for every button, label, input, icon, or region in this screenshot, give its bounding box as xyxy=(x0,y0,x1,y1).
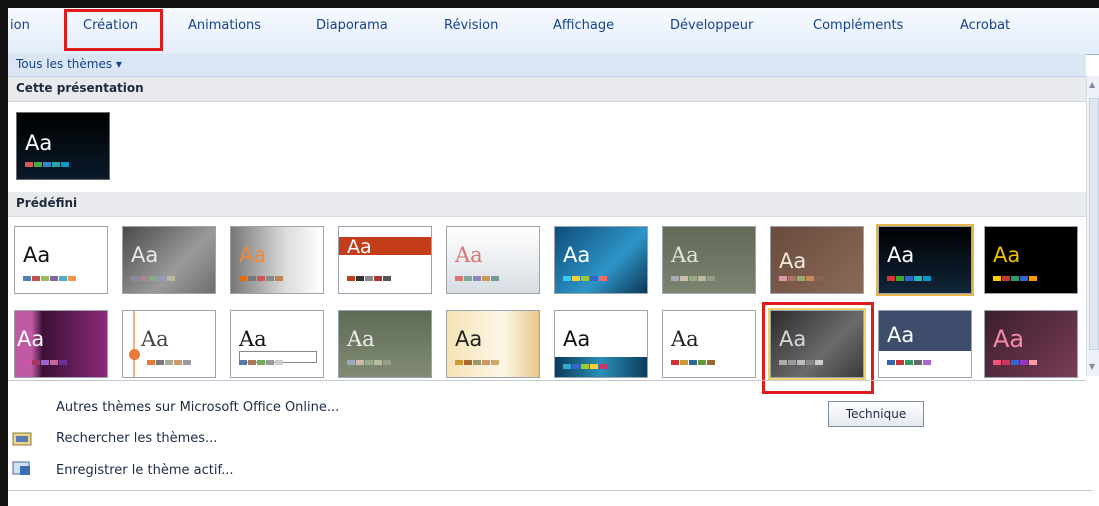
bottom-separator xyxy=(8,490,1093,491)
theme-sample-text: Aa xyxy=(23,243,51,267)
theme-14[interactable]: Aa xyxy=(338,310,432,378)
tab-revision[interactable]: Révision xyxy=(444,18,498,33)
tab-developpeur[interactable]: Développeur xyxy=(670,18,753,33)
color-swatches xyxy=(563,364,607,369)
theme-sample-text: Aa xyxy=(887,243,915,267)
menu-browse-themes[interactable]: Rechercher les thèmes... xyxy=(56,431,217,446)
color-swatches xyxy=(887,360,931,365)
theme-sample-text: Aa xyxy=(25,131,53,155)
color-swatches xyxy=(671,360,715,365)
save-theme-icon xyxy=(12,460,34,478)
theme-10[interactable]: Aa xyxy=(984,226,1078,294)
decorative-circle xyxy=(129,349,140,360)
tab-complements[interactable]: Compléments xyxy=(813,18,903,33)
theme-20[interactable]: Aa xyxy=(984,310,1078,378)
theme-4[interactable]: Aa xyxy=(338,226,432,294)
theme-sample-text: Aa xyxy=(455,327,483,351)
scroll-up-icon[interactable]: ▲ xyxy=(1089,80,1095,89)
creation-tab-highlight xyxy=(64,9,163,51)
tab-animations-partial[interactable]: ion xyxy=(10,18,30,33)
theme-sample-text: Aa xyxy=(563,243,591,267)
menu-separator xyxy=(8,380,1086,381)
color-swatches xyxy=(347,276,391,281)
theme-3[interactable]: Aa xyxy=(230,226,324,294)
theme-sample-text: Aa xyxy=(141,327,169,351)
theme-tooltip: Technique xyxy=(828,401,924,427)
ribbon-tab-bar: ion Création Animations Diaporama Révisi… xyxy=(8,8,1099,55)
theme-sample-text: Aa xyxy=(239,327,267,351)
section-header-builtin: Prédéfini xyxy=(8,192,1086,217)
section-current-label: Cette présentation xyxy=(16,81,144,95)
tab-diaporama[interactable]: Diaporama xyxy=(316,18,388,33)
theme-13[interactable]: Aa xyxy=(230,310,324,378)
menu-save-current-theme[interactable]: Enregistrer le thème actif... xyxy=(56,463,234,478)
scroll-down-icon[interactable]: ▼ xyxy=(1089,362,1095,371)
theme-17[interactable]: Aa xyxy=(662,310,756,378)
color-swatches xyxy=(239,360,283,365)
color-swatches xyxy=(455,360,499,365)
theme-sample-text: Aa xyxy=(17,327,45,351)
theme-sample-text: Aa xyxy=(671,243,699,267)
color-swatches xyxy=(887,276,931,281)
decorative-line xyxy=(133,311,135,377)
theme-16[interactable]: Aa xyxy=(554,310,648,378)
tab-animations[interactable]: Animations xyxy=(188,18,261,33)
theme-8[interactable]: Aa xyxy=(770,226,864,294)
window-frame-top xyxy=(0,0,1099,8)
gallery-scrollbar[interactable]: ▲ ▼ xyxy=(1086,76,1099,376)
theme-2[interactable]: Aa xyxy=(122,226,216,294)
color-swatches xyxy=(25,162,69,167)
color-swatches xyxy=(147,360,191,365)
color-swatches xyxy=(23,276,76,281)
theme-15[interactable]: Aa xyxy=(446,310,540,378)
theme-12[interactable]: Aa xyxy=(122,310,216,378)
color-swatches xyxy=(347,360,391,365)
color-swatches xyxy=(239,276,283,281)
theme-5[interactable]: Aa xyxy=(446,226,540,294)
theme-sample-text: Aa xyxy=(563,327,591,351)
color-swatches xyxy=(131,276,175,281)
theme-sample-text: Aa xyxy=(455,243,483,267)
tab-affichage[interactable]: Affichage xyxy=(553,18,614,33)
theme-sample-text: Aa xyxy=(671,327,699,351)
theme-sample-text: Aa xyxy=(347,236,372,258)
theme-sample-text: Aa xyxy=(993,325,1025,353)
menu-more-themes-online[interactable]: Autres thèmes sur Microsoft Office Onlin… xyxy=(56,400,339,415)
theme-6[interactable]: Aa xyxy=(554,226,648,294)
scrollbar-thumb[interactable] xyxy=(1089,98,1099,350)
folder-icon xyxy=(12,430,34,448)
theme-office[interactable]: Aa xyxy=(14,226,108,294)
theme-sample-text: Aa xyxy=(993,243,1021,267)
theme-sample-text: Aa xyxy=(239,243,267,267)
color-swatches xyxy=(779,276,823,281)
all-themes-dropdown[interactable]: Tous les thèmes ▾ xyxy=(8,54,1086,77)
section-builtin-label: Prédéfini xyxy=(16,196,78,210)
color-swatches xyxy=(455,276,499,281)
theme-sample-text: Aa xyxy=(131,243,159,267)
theme-sample-text: Aa xyxy=(347,327,375,351)
all-themes-label: Tous les thèmes ▾ xyxy=(16,57,122,71)
theme-selected[interactable]: Aa xyxy=(876,224,974,296)
window-frame-left xyxy=(0,0,8,506)
color-swatches xyxy=(993,360,1037,365)
color-swatches xyxy=(993,276,1037,281)
tab-acrobat[interactable]: Acrobat xyxy=(960,18,1010,33)
theme-7[interactable]: Aa xyxy=(662,226,756,294)
color-swatches xyxy=(563,276,607,281)
color-swatches xyxy=(671,276,715,281)
color-swatches xyxy=(23,360,67,365)
theme-sample-text: Aa xyxy=(887,323,915,347)
theme-current[interactable]: Aa xyxy=(16,112,110,180)
theme-19[interactable]: Aa xyxy=(878,310,972,378)
section-header-current: Cette présentation xyxy=(8,77,1086,102)
theme-11[interactable]: Aa xyxy=(14,310,108,378)
theme-sample-text: Aa xyxy=(779,249,807,273)
